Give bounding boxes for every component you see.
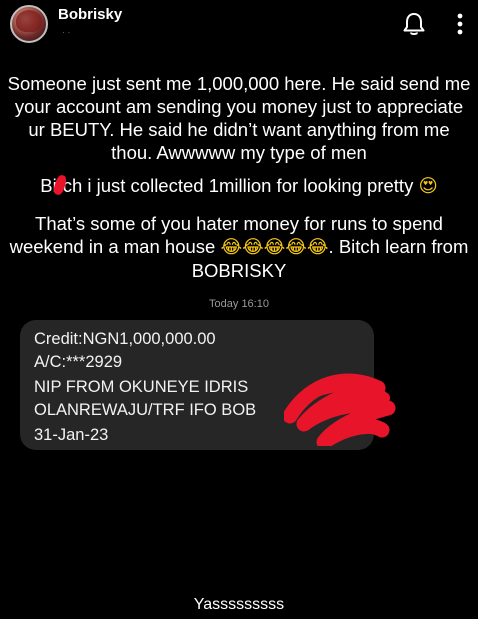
sms-bubble: Credit:NGN1,000,000.00 A/C:***2929 NIP F… [20,320,396,450]
story-reply-text: Yasssssssss [193,596,285,613]
sms-line: A/C:***2929 [34,353,123,371]
redaction-scribble [284,373,396,446]
avatar-hair [16,10,42,32]
sms-line: OLANREWAJU/TRF IFO BOB [34,401,257,419]
avatar[interactable] [10,5,48,43]
caption-line-haters: That’s some of you hater money for runs … [6,212,472,282]
message-timestamp: Today 16:10 [209,298,269,310]
laughing-emoji-group: 😂😂😂😂😂 [220,237,329,258]
story-header: Bobrisky · · [0,0,478,60]
sms-line: 31-Jan-23 [34,426,109,444]
username[interactable]: Bobrisky [58,6,122,23]
sms-line: NIP FROM OKUNEYE IDRIS [34,378,249,396]
bell-icon[interactable] [403,12,425,36]
caption-text: Someone just sent me 1,000,000 here. He … [7,73,471,163]
sms-line: Credit:NGN1,000,000.00 [34,330,216,348]
header-subtitle: · · [62,27,71,37]
more-vertical-icon[interactable] [454,12,466,36]
heart-eyes-emoji: 😍 [418,176,438,197]
caption-line-collected: Bi ch i just collected 1million for looki… [6,173,472,198]
caption-suffix: ch i just collected 1million for looking… [62,175,419,196]
